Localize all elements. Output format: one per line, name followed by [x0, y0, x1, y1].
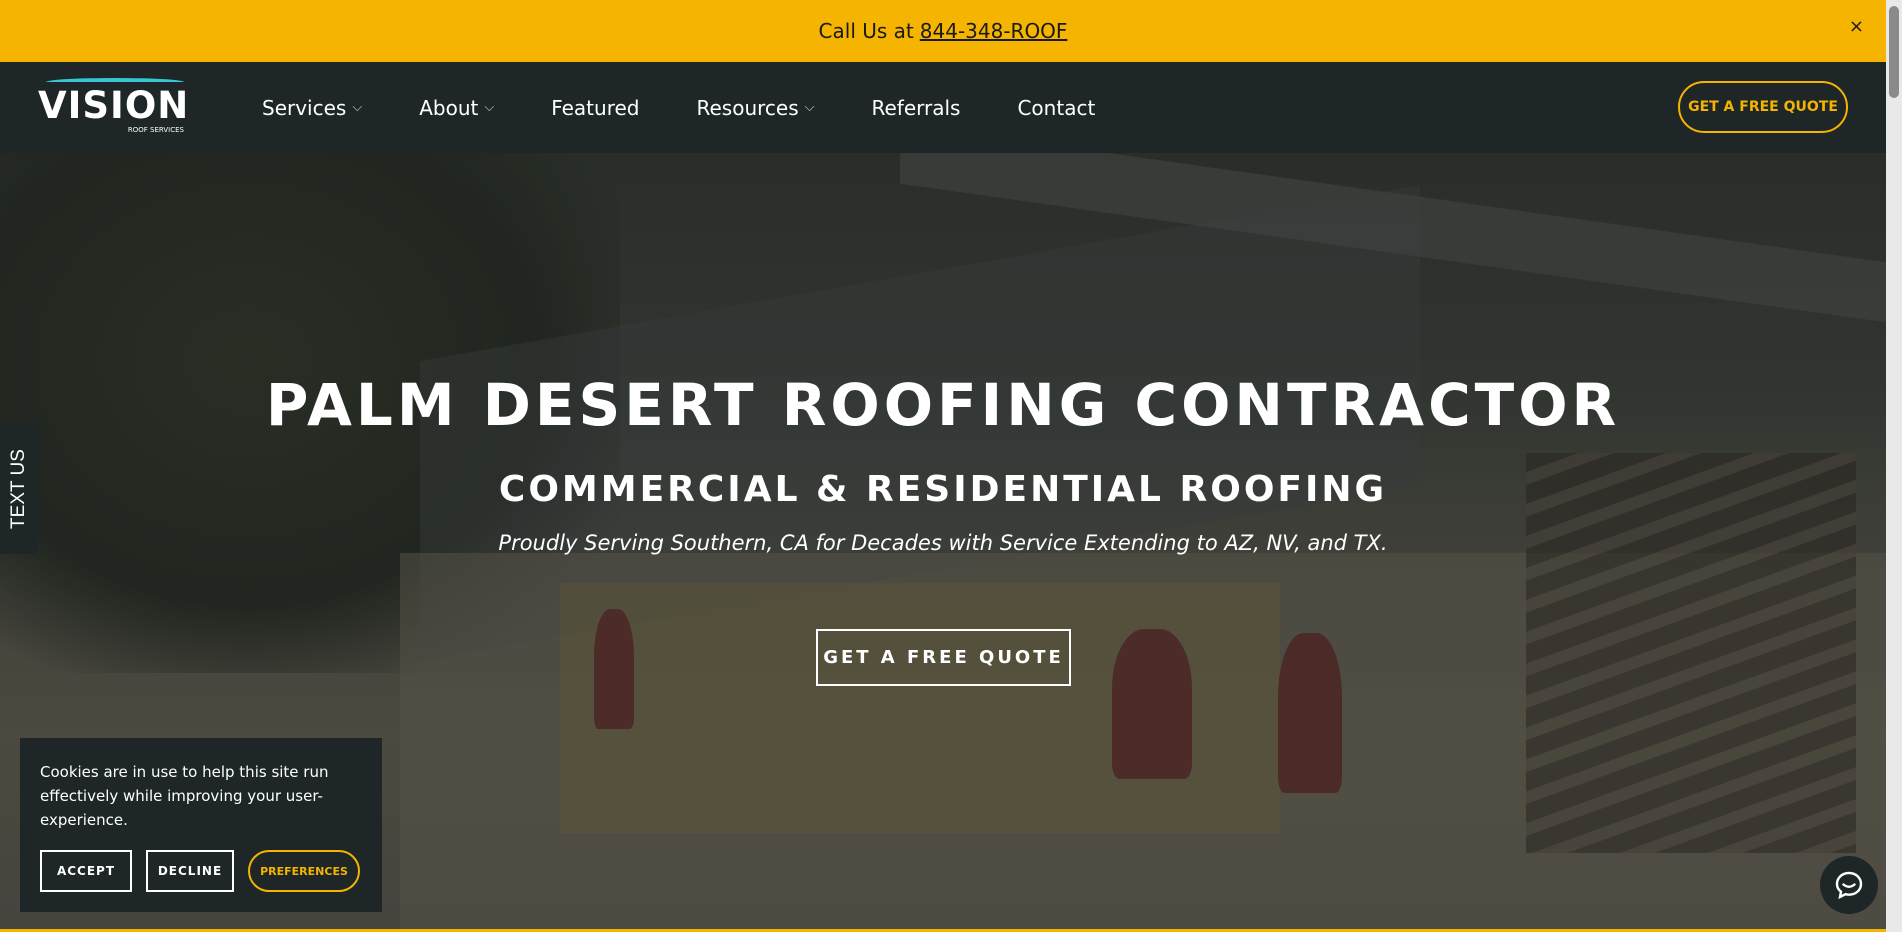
- nav-item-resources[interactable]: Resources ⌵: [696, 96, 814, 120]
- nav-label: Featured: [551, 95, 640, 120]
- chevron-down-icon: ⌵: [804, 100, 815, 115]
- nav-item-contact[interactable]: Contact: [1017, 96, 1095, 120]
- chat-bubble-icon: [1835, 871, 1863, 900]
- nav-label: About: [419, 95, 479, 120]
- site-logo[interactable]: VISION ROOF SERVICES: [38, 78, 188, 136]
- hero-subtitle: COMMERCIAL & RESIDENTIAL ROOFING: [498, 469, 1388, 510]
- logo-subtitle: ROOF SERVICES: [127, 126, 184, 134]
- cookie-message: Cookies are in use to help this site run…: [40, 763, 329, 829]
- close-icon[interactable]: ×: [1849, 16, 1864, 37]
- decline-button[interactable]: DECLINE: [146, 850, 234, 892]
- accept-button[interactable]: ACCEPT: [40, 850, 132, 892]
- nav-item-services[interactable]: Services ⌵: [262, 96, 362, 120]
- cookie-actions: ACCEPT DECLINE PREFERENCES: [40, 850, 360, 892]
- hero-quote-button[interactable]: GET A FREE QUOTE: [816, 629, 1071, 686]
- preferences-button[interactable]: PREFERENCES: [248, 850, 360, 892]
- scrollbar-thumb[interactable]: [1889, 6, 1899, 98]
- chevron-down-icon: ⌵: [484, 100, 495, 115]
- nav-label: Resources: [696, 95, 799, 120]
- nav-item-featured[interactable]: Featured: [551, 96, 639, 120]
- logo-wordmark: VISION: [38, 84, 190, 127]
- call-us-label: Call Us at: [818, 19, 914, 43]
- nav-label: Services: [262, 95, 347, 120]
- chat-icon[interactable]: [1820, 856, 1878, 914]
- chevron-down-icon: ⌵: [352, 100, 363, 115]
- nav-label: Referrals: [871, 95, 961, 120]
- nav-item-about[interactable]: About ⌵: [419, 96, 494, 120]
- site-header: VISION ROOF SERVICES Services ⌵ About ⌵ …: [0, 62, 1886, 153]
- header-quote-button[interactable]: GET A FREE QUOTE: [1678, 81, 1848, 133]
- main-menu: Services ⌵ About ⌵ Featured Resources ⌵ …: [262, 62, 1152, 153]
- phone-link[interactable]: 844-348-ROOF: [920, 19, 1068, 43]
- cookie-banner: Cookies are in use to help this site run…: [20, 738, 382, 912]
- hero-title: PALM DESERT ROOFING CONTRACTOR: [265, 371, 1621, 439]
- text-us-label: TEXT US: [8, 449, 30, 529]
- text-us-tab[interactable]: TEXT US: [0, 424, 38, 554]
- nav-item-referrals[interactable]: Referrals: [871, 96, 960, 120]
- announcement-bar: Call Us at 844-348-ROOF ×: [0, 0, 1886, 62]
- page-scrollbar[interactable]: [1886, 0, 1902, 932]
- hero-tagline: Proudly Serving Southern, CA for Decades…: [498, 531, 1388, 555]
- nav-label: Contact: [1017, 95, 1096, 120]
